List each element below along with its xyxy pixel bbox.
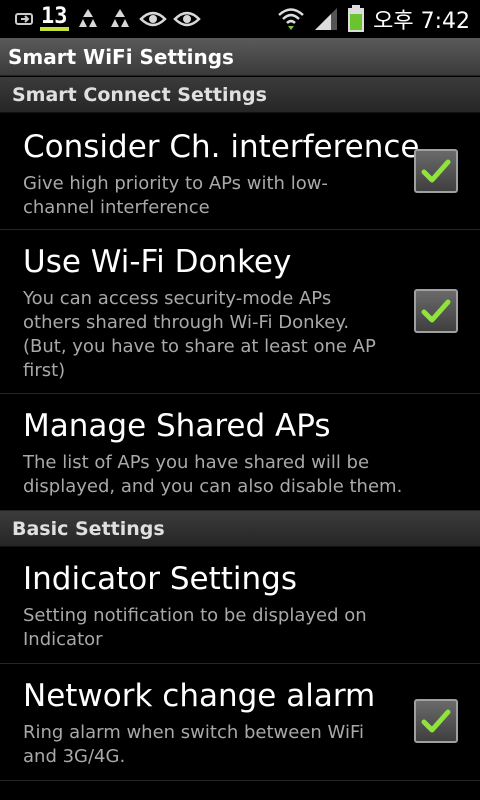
- pref-summary: The list of APs you have shared will be …: [23, 452, 403, 497]
- network-change-alarm-checkbox[interactable]: [414, 699, 458, 743]
- wifi-icon: [277, 6, 305, 32]
- pref-use-wifi-donkey[interactable]: Use Wi-Fi Donkey You can access security…: [0, 230, 480, 394]
- eye-icon: [138, 9, 167, 29]
- eye-icon: [172, 9, 201, 29]
- pref-title: Consider Ch. interference: [23, 129, 420, 165]
- checkmark-icon: [421, 709, 451, 733]
- pref-indicator-settings[interactable]: Indicator Settings Setting notification …: [0, 547, 480, 664]
- pref-summary: Ring alarm when switch between WiFi and …: [23, 722, 364, 767]
- pref-title: Indicator Settings: [23, 561, 297, 597]
- recycle-icon: [107, 7, 133, 31]
- checkmark-icon: [421, 299, 451, 323]
- notification-count-badge: 13: [40, 4, 69, 31]
- pref-summary: Setting notification to be displayed on …: [23, 605, 367, 650]
- pref-manage-shared-aps[interactable]: Manage Shared APs The list of APs you ha…: [0, 394, 480, 511]
- battery-icon: [347, 5, 365, 33]
- status-bar: 13 오후 7:42: [0, 0, 480, 38]
- use-wifi-donkey-checkbox[interactable]: [414, 289, 458, 333]
- pref-title: Use Wi-Fi Donkey: [23, 244, 292, 280]
- section-header-smart-connect: Smart Connect Settings: [0, 77, 480, 113]
- section-header-label: Smart Connect Settings: [12, 83, 267, 106]
- usb-icon: [14, 9, 34, 29]
- signal-icon: [313, 6, 339, 32]
- pref-title: Manage Shared APs: [23, 408, 331, 444]
- title-bar: Smart WiFi Settings: [0, 38, 480, 76]
- clock-time: 오후 7:42: [373, 9, 470, 34]
- pref-network-change-alarm[interactable]: Network change alarm Ring alarm when swi…: [0, 664, 480, 781]
- pref-summary: Give high priority to APs with low-chann…: [23, 173, 328, 218]
- consider-ch-interference-checkbox[interactable]: [414, 149, 458, 193]
- page-title: Smart WiFi Settings: [8, 44, 234, 69]
- checkmark-icon: [421, 159, 451, 183]
- recycle-icon: [75, 7, 101, 31]
- section-header-basic: Basic Settings: [0, 511, 480, 547]
- pref-title: Network change alarm: [23, 678, 376, 714]
- section-header-label: Basic Settings: [12, 517, 165, 540]
- pref-summary: You can access security-mode APs others …: [23, 288, 376, 381]
- pref-consider-ch-interference[interactable]: Consider Ch. interference Give high prio…: [0, 113, 480, 230]
